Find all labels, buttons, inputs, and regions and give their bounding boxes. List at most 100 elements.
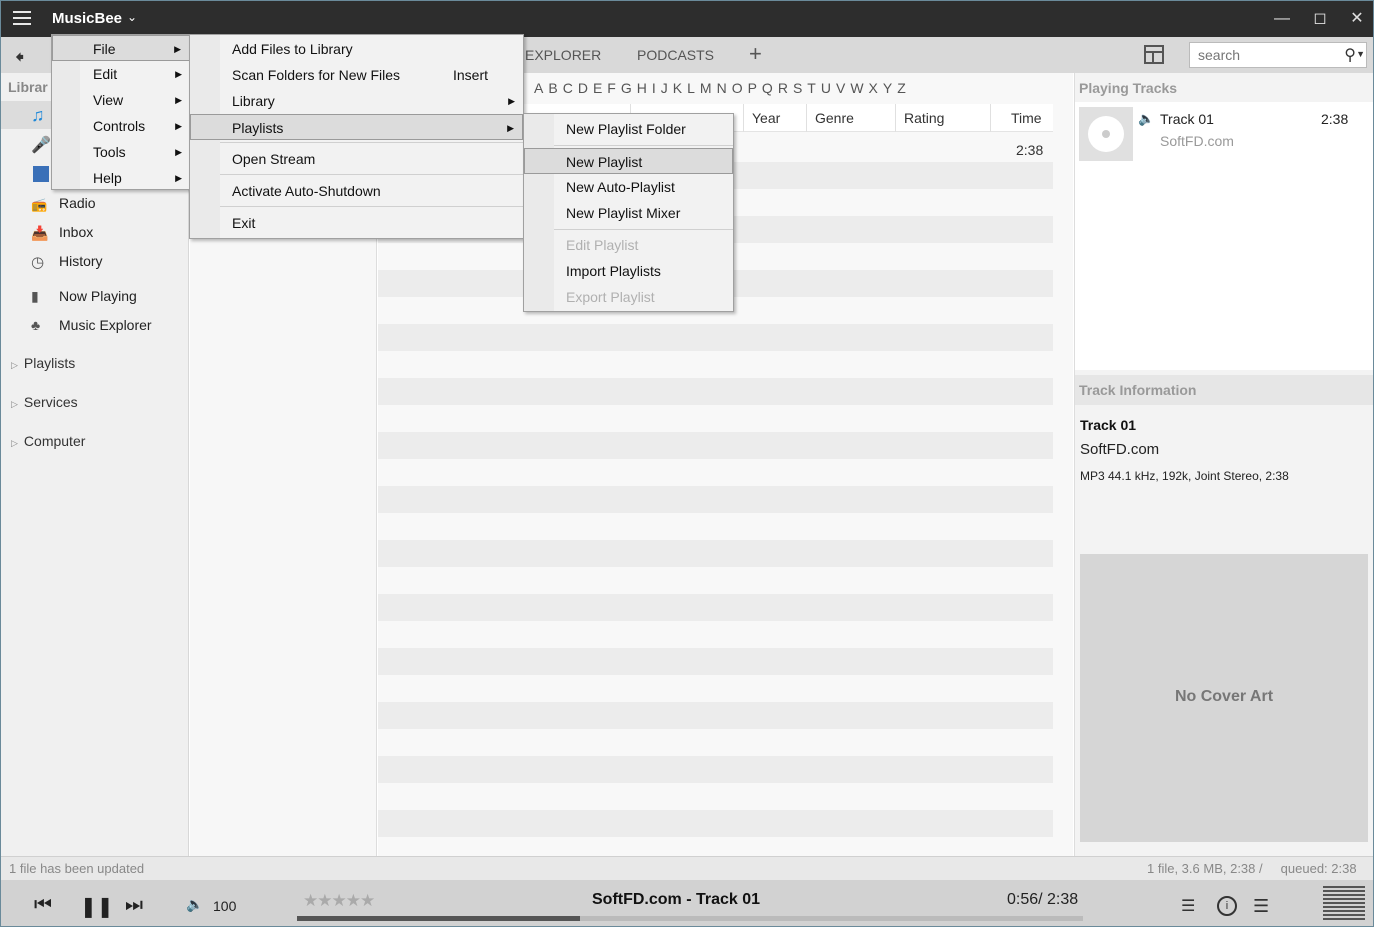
search-box[interactable]: ⚲ ▼: [1189, 42, 1367, 68]
column-header-genre[interactable]: Genre: [815, 104, 854, 132]
alphabet-letter[interactable]: X: [869, 80, 878, 96]
cd-thumbnail-icon: [1079, 107, 1133, 161]
menu-item-open-stream[interactable]: Open Stream: [190, 146, 523, 172]
radio-icon: 📻: [31, 197, 48, 212]
alphabet-letter[interactable]: D: [578, 80, 588, 96]
alphabet-letter[interactable]: B: [548, 80, 557, 96]
alphabet-letter[interactable]: W: [850, 80, 863, 96]
alphabet-letter[interactable]: N: [717, 80, 727, 96]
menu-item-new-auto-playlist[interactable]: New Auto-Playlist: [524, 174, 733, 200]
minimize-icon[interactable]: —: [1272, 9, 1292, 29]
menu-item-edit[interactable]: Edit ▶: [52, 61, 190, 87]
menu-item-controls[interactable]: Controls ▶: [52, 113, 190, 139]
sidebar-group-services[interactable]: ▷ Services: [11, 394, 78, 410]
column-header-year[interactable]: Year: [752, 104, 780, 132]
add-tab-button[interactable]: +: [749, 41, 762, 67]
alphabet-letter[interactable]: Y: [883, 80, 892, 96]
maximize-icon[interactable]: ◻: [1310, 9, 1330, 29]
expand-triangle-icon[interactable]: ▷: [11, 360, 18, 370]
menu-item-tools[interactable]: Tools ▶: [52, 139, 190, 165]
search-input[interactable]: [1198, 46, 1338, 64]
alphabet-letter[interactable]: Z: [897, 80, 906, 96]
alphabet-letter[interactable]: G: [621, 80, 632, 96]
menu-item-new-playlist[interactable]: New Playlist: [524, 148, 733, 174]
expand-triangle-icon[interactable]: ▷: [11, 399, 18, 409]
musicbee-window: MusicBee ⌄ — ◻ ✕ 🠸 EXPLORER PODCASTS + ⚲…: [0, 0, 1374, 927]
table-row[interactable]: [378, 540, 1053, 567]
chevron-down-icon[interactable]: ▼: [1356, 49, 1365, 59]
menu-item-playlists[interactable]: Playlists ▶: [190, 114, 523, 140]
equalizer-icon[interactable]: ☰: [1181, 896, 1195, 916]
next-track-icon[interactable]: ⏭: [125, 894, 143, 917]
track-time-cell[interactable]: 2:38: [1016, 142, 1043, 158]
alphabet-index-bar: ABCDEFGHIJKLMNOPQRSTUVWXYZ: [534, 80, 911, 96]
menu-item-new-playlist-mixer[interactable]: New Playlist Mixer: [524, 200, 733, 226]
expand-triangle-icon[interactable]: ▷: [11, 438, 18, 448]
menu-item-file[interactable]: File ▶: [52, 35, 190, 61]
tab-explorer[interactable]: EXPLORER: [525, 47, 601, 63]
alphabet-letter[interactable]: M: [700, 80, 712, 96]
alphabet-letter[interactable]: Q: [762, 80, 773, 96]
table-row[interactable]: [378, 648, 1053, 675]
alphabet-letter[interactable]: L: [687, 80, 695, 96]
volume-level[interactable]: 100: [213, 898, 236, 914]
alphabet-letter[interactable]: H: [637, 80, 647, 96]
menu-item-import-playlists[interactable]: Import Playlists: [524, 258, 733, 284]
seek-bar[interactable]: [297, 916, 1083, 921]
menu-item-library[interactable]: Library ▶: [190, 88, 523, 114]
chevron-down-icon[interactable]: ⌄: [127, 10, 137, 24]
alphabet-letter[interactable]: I: [652, 80, 656, 96]
alphabet-letter[interactable]: C: [563, 80, 573, 96]
app-title[interactable]: MusicBee: [52, 10, 122, 27]
menu-item-exit[interactable]: Exit: [190, 210, 523, 236]
pause-icon[interactable]: ❚❚: [80, 894, 114, 919]
menu-item-help[interactable]: Help ▶: [52, 165, 190, 191]
table-row[interactable]: [378, 810, 1053, 837]
table-row[interactable]: [378, 486, 1053, 513]
table-row[interactable]: [378, 432, 1053, 459]
menu-item-auto-shutdown[interactable]: Activate Auto-Shutdown: [190, 178, 523, 204]
alphabet-letter[interactable]: P: [748, 80, 757, 96]
alphabet-letter[interactable]: R: [778, 80, 788, 96]
search-icon[interactable]: ⚲: [1344, 45, 1356, 65]
menu-item-add-files[interactable]: Add Files to Library: [190, 36, 523, 62]
alphabet-letter[interactable]: T: [807, 80, 816, 96]
column-header-rating[interactable]: Rating: [904, 104, 944, 132]
menu-item-scan-folders[interactable]: Scan Folders for New Files Insert: [190, 62, 523, 88]
alphabet-letter[interactable]: F: [607, 80, 616, 96]
previous-track-icon[interactable]: ⏮: [34, 894, 52, 917]
table-row[interactable]: [378, 594, 1053, 621]
sidebar-header: Librar: [8, 79, 48, 95]
menu-item-export-playlist: Export Playlist: [566, 289, 655, 305]
alphabet-letter[interactable]: K: [673, 80, 682, 96]
info-icon[interactable]: i: [1217, 896, 1237, 916]
menu-item-new-playlist-folder[interactable]: New Playlist Folder: [524, 116, 733, 142]
back-arrow-icon[interactable]: 🠸: [15, 45, 24, 75]
menu-item-view[interactable]: View ▶: [52, 87, 190, 113]
table-row[interactable]: [378, 702, 1053, 729]
table-row[interactable]: [378, 756, 1053, 783]
list-icon[interactable]: ☰: [1253, 896, 1269, 917]
rating-stars[interactable]: ★★★★★: [303, 891, 375, 911]
alphabet-letter[interactable]: S: [793, 80, 802, 96]
sidebar-group-computer[interactable]: ▷ Computer: [11, 433, 85, 449]
playing-track-title[interactable]: Track 01: [1160, 111, 1214, 127]
column-header-time[interactable]: Time: [1011, 104, 1042, 132]
hamburger-menu-icon[interactable]: [13, 11, 31, 27]
submenu-arrow-icon: ▶: [175, 147, 182, 157]
alphabet-letter[interactable]: J: [661, 80, 668, 96]
alphabet-letter[interactable]: V: [836, 80, 845, 96]
alphabet-letter[interactable]: A: [534, 80, 543, 96]
volume-icon[interactable]: 🔈: [186, 896, 203, 913]
cover-art-placeholder[interactable]: No Cover Art: [1080, 554, 1368, 842]
layout-icon[interactable]: [1144, 45, 1164, 64]
playback-time: 0:56/ 2:38: [1007, 891, 1079, 908]
sidebar-group-playlists[interactable]: ▷ Playlists: [11, 355, 75, 371]
table-row[interactable]: [378, 324, 1053, 351]
tab-podcasts[interactable]: PODCASTS: [637, 47, 714, 63]
table-row[interactable]: [378, 378, 1053, 405]
close-icon[interactable]: ✕: [1347, 9, 1367, 29]
alphabet-letter[interactable]: E: [593, 80, 602, 96]
alphabet-letter[interactable]: U: [821, 80, 831, 96]
alphabet-letter[interactable]: O: [732, 80, 743, 96]
